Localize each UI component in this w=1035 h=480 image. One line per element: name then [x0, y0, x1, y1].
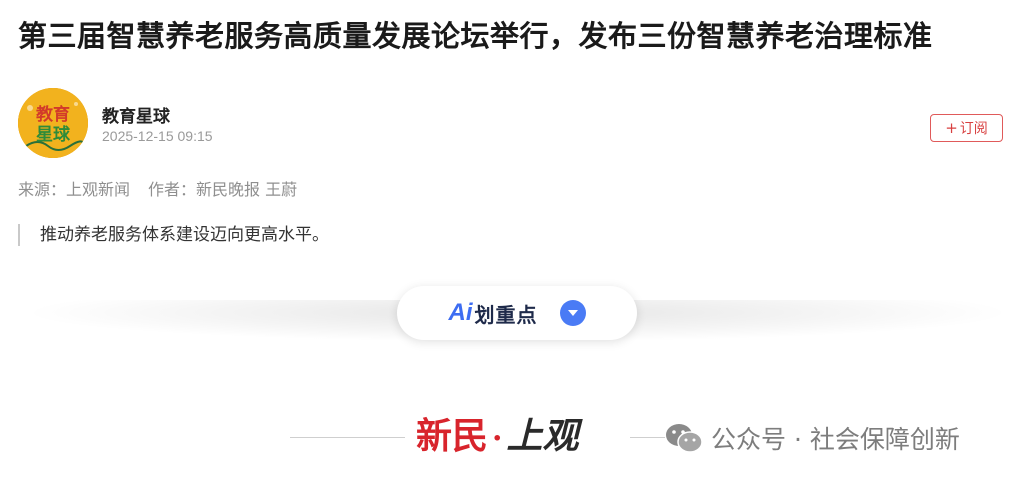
ai-highlight-button[interactable]: Ai 划重点: [397, 286, 637, 340]
brand-divider-right: [630, 437, 665, 438]
article-meta: 来源：上观新闻 作者：新民晚报 王蔚: [18, 176, 297, 200]
wechat-watermark: 公众号 · 社会保障创新: [665, 418, 960, 458]
subscribe-label: 订阅: [959, 121, 988, 137]
article-title: 第三届智慧养老服务高质量发展论坛举行，发布三份智慧养老治理标准: [18, 19, 933, 53]
brand-part1: 新民: [416, 415, 489, 457]
publish-time: 2025-12-15 09:15: [102, 128, 213, 144]
brand-separator: ·: [492, 421, 503, 456]
wechat-icon: [666, 424, 703, 453]
byline-text: 作者：新民晚报 王蔚: [148, 180, 298, 199]
article-summary: 推动养老服务体系建设迈向更高水平。: [18, 224, 329, 246]
brand-divider-left: [290, 437, 405, 438]
plus-icon: +: [945, 119, 958, 137]
source-text: 来源：上观新闻: [18, 180, 131, 199]
author-avatar[interactable]: 教育 星球: [18, 88, 88, 158]
chevron-down-icon[interactable]: [559, 300, 586, 326]
ai-logo-icon: Ai: [448, 299, 473, 326]
avatar-text-top: 教育: [35, 104, 70, 125]
subscribe-button[interactable]: + 订阅: [930, 114, 1003, 142]
author-name[interactable]: 教育星球: [102, 102, 170, 127]
avatar-illustration: 教育 星球: [18, 88, 88, 158]
avatar-text-bottom: 星球: [36, 125, 71, 145]
watermark-text: 公众号 · 社会保障创新: [711, 425, 960, 454]
brand-logo: 新民 · 上观: [416, 411, 578, 461]
brand-part2: 上观: [506, 415, 579, 457]
ai-highlight-label: 划重点: [474, 302, 538, 327]
